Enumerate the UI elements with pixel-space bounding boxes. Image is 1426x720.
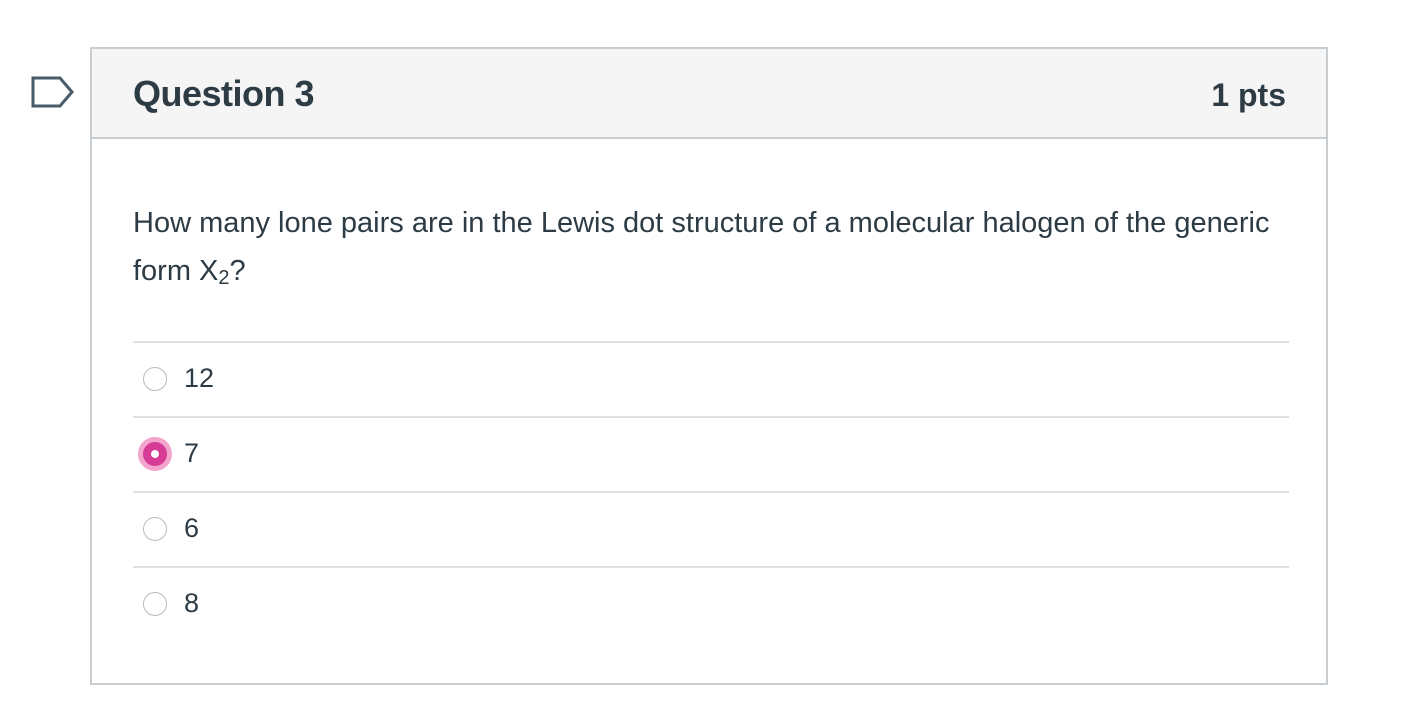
answer-option[interactable]: 7 bbox=[133, 416, 1289, 491]
answer-label: 6 bbox=[184, 513, 200, 543]
question-card: Question 3 1 pts How many lone pairs are… bbox=[90, 47, 1328, 685]
answer-radio[interactable] bbox=[143, 367, 167, 391]
flag-question-icon[interactable] bbox=[30, 75, 76, 109]
answer-radio[interactable] bbox=[143, 592, 167, 616]
answer-radio[interactable] bbox=[143, 517, 167, 541]
answer-option[interactable]: 6 bbox=[133, 491, 1289, 566]
question-header: Question 3 1 pts bbox=[92, 49, 1326, 139]
answer-option[interactable]: 8 bbox=[133, 566, 1289, 641]
question-points: 1 pts bbox=[1211, 77, 1286, 113]
answer-list: 12 7 6 8 bbox=[133, 341, 1289, 641]
question-text-end: ? bbox=[229, 255, 246, 287]
answer-option[interactable]: 12 bbox=[133, 341, 1289, 416]
question-title: Question 3 bbox=[133, 73, 315, 114]
answer-label: 12 bbox=[184, 363, 215, 393]
answer-label: 8 bbox=[184, 588, 200, 618]
question-text: How many lone pairs are in the Lewis dot… bbox=[133, 199, 1293, 302]
answer-radio-selected[interactable] bbox=[138, 437, 172, 471]
answer-label: 7 bbox=[184, 438, 200, 468]
question-text-subscript: 2 bbox=[218, 267, 230, 289]
question-text-main: How many lone pairs are in the Lewis dot… bbox=[133, 207, 1270, 287]
